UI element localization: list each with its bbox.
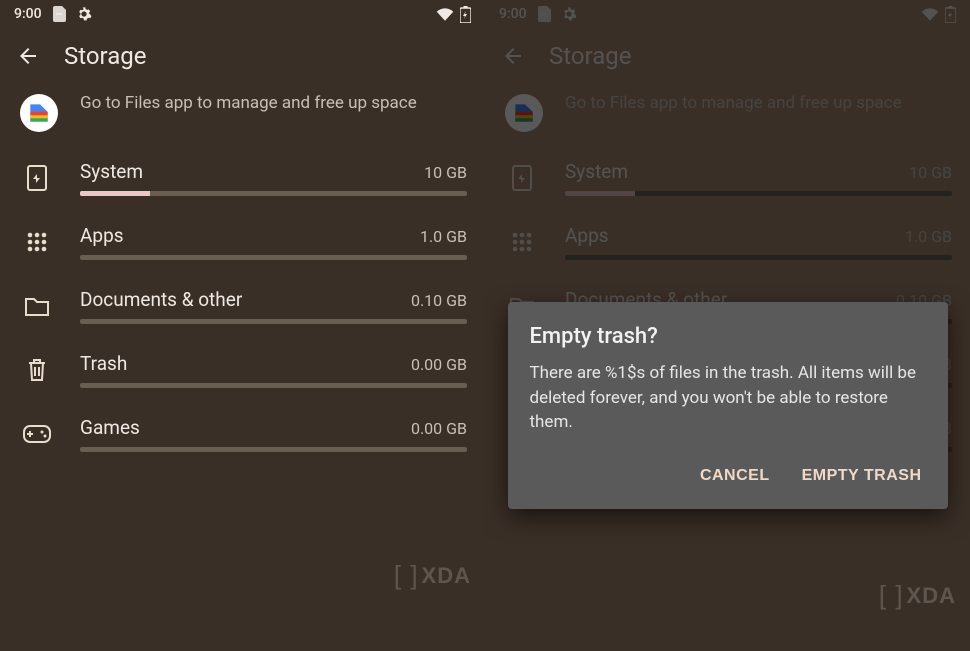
category-documents[interactable]: Documents & other 0.10 GB: [0, 274, 485, 338]
category-name: Apps: [80, 224, 124, 247]
files-app-icon: [20, 94, 58, 132]
category-name: System: [80, 160, 143, 183]
category-system[interactable]: System 10 GB: [0, 146, 485, 210]
storage-bar: [80, 319, 467, 324]
battery-icon: [460, 6, 471, 23]
games-icon: [22, 419, 52, 449]
category-apps[interactable]: Apps 1.0 GB: [0, 210, 485, 274]
dialog-title: Empty trash?: [530, 324, 926, 349]
category-name: Documents & other: [80, 288, 242, 311]
files-app-hint[interactable]: Go to Files app to manage and free up sp…: [0, 84, 485, 146]
app-header: Storage: [0, 28, 485, 84]
category-size: 10 GB: [424, 163, 467, 182]
cancel-button[interactable]: CANCEL: [696, 459, 774, 493]
storage-bar: [80, 191, 467, 196]
category-size: 0.10 GB: [411, 291, 467, 310]
page-title: Storage: [64, 42, 146, 70]
empty-trash-button[interactable]: EMPTY TRASH: [798, 459, 926, 493]
category-size: 0.00 GB: [411, 355, 467, 374]
status-bar: 9:00: [0, 0, 485, 28]
status-time: 9:00: [14, 6, 42, 22]
wifi-icon: [436, 7, 454, 21]
dialog-scrim[interactable]: Empty trash? There are %1$s of files in …: [485, 0, 970, 651]
folder-icon: [22, 291, 52, 321]
storage-bar: [80, 255, 467, 260]
no-sim-icon: [52, 6, 66, 22]
category-name: Games: [80, 416, 140, 439]
system-icon: [22, 163, 52, 193]
trash-icon: [22, 355, 52, 385]
storage-bar: [80, 447, 467, 452]
category-size: 0.00 GB: [411, 419, 467, 438]
empty-trash-dialog: Empty trash? There are %1$s of files in …: [508, 302, 948, 509]
dialog-body: There are %1$s of files in the trash. Al…: [530, 361, 926, 435]
category-games[interactable]: Games 0.00 GB: [0, 402, 485, 466]
category-name: Trash: [80, 352, 127, 375]
category-size: 1.0 GB: [420, 227, 467, 246]
files-hint-text: Go to Files app to manage and free up sp…: [80, 92, 417, 115]
gear-icon: [76, 6, 92, 22]
back-button[interactable]: [16, 44, 40, 68]
category-trash[interactable]: Trash 0.00 GB: [0, 338, 485, 402]
apps-icon: [22, 227, 52, 257]
storage-bar: [80, 383, 467, 388]
